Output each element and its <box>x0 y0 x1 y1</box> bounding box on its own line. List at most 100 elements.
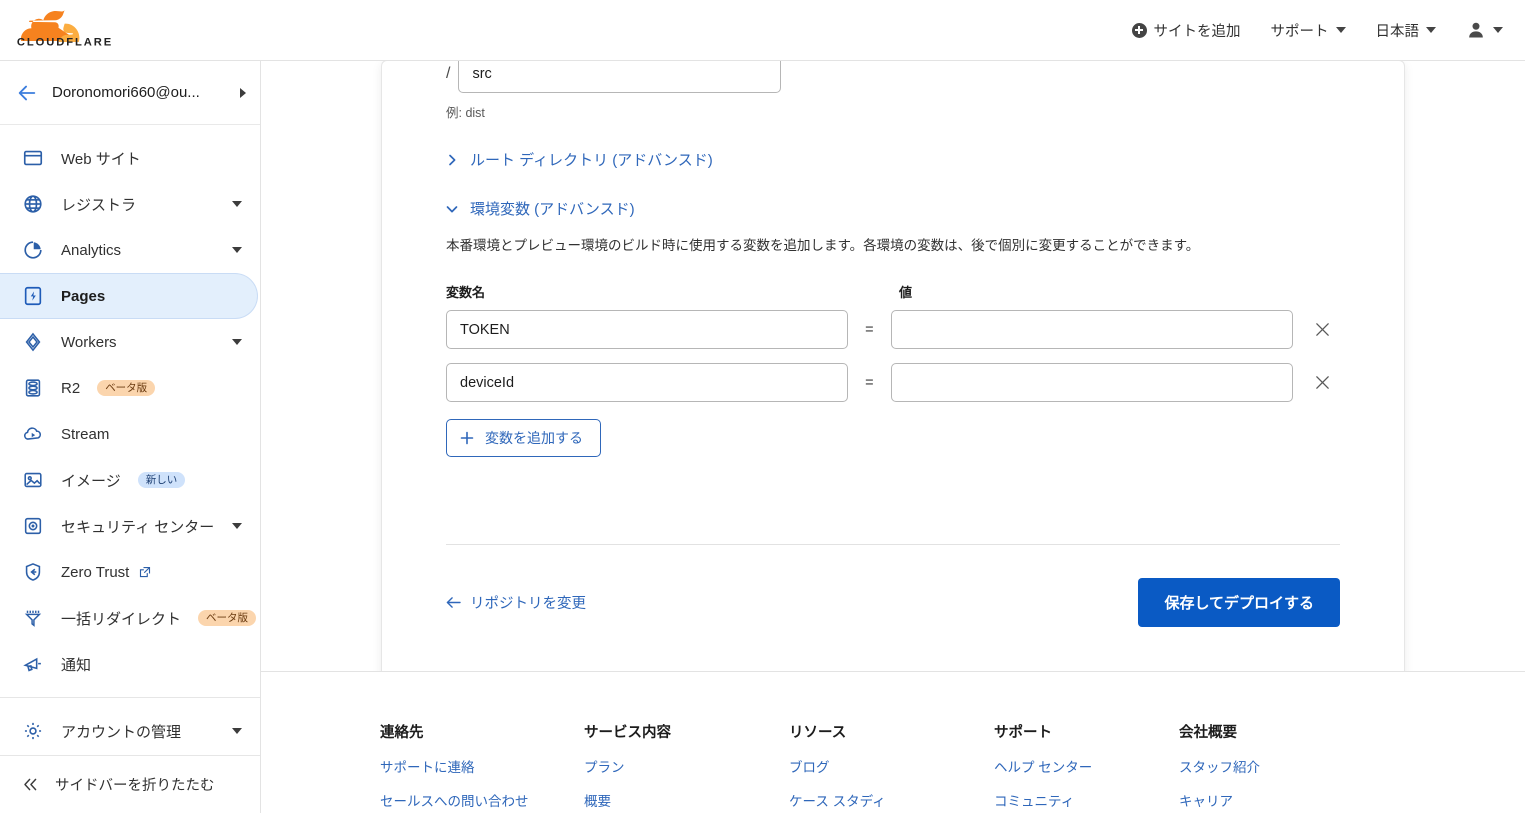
env-vars-disclosure[interactable]: 環境変数 (アドバンスド) <box>446 198 1340 219</box>
footer-column-company: 会社概要 スタッフ紹介 キャリア <box>1179 721 1383 813</box>
sidebar-item-stream[interactable]: Stream <box>0 411 258 457</box>
variable-value-input[interactable] <box>890 363 1293 403</box>
plus-icon <box>460 431 474 445</box>
footer-link[interactable]: ブログ <box>789 756 994 776</box>
sidebar-item-label: 通知 <box>61 656 92 674</box>
add-variable-button[interactable]: 変数を追加する <box>446 419 601 458</box>
build-output-directory-row: / <box>446 61 1340 93</box>
cloudflare-cloud-icon: CLOUDFLARE <box>17 10 113 49</box>
change-repository-link[interactable]: リポジトリを変更 <box>446 592 586 613</box>
collapse-sidebar-button[interactable]: サイドバーを折りたたむ <box>0 755 260 813</box>
footer-column-services: サービス内容 プラン 概要 <box>584 721 789 813</box>
account-selector[interactable]: Doronomori660@ou... <box>0 61 260 125</box>
sidebar-item-label: セキュリティ センター <box>61 518 215 536</box>
caret-right-icon <box>240 87 246 98</box>
env-var-row: = <box>446 310 1340 350</box>
chevron-down-icon <box>232 247 242 253</box>
sidebar-item-security-center[interactable]: セキュリティ センター <box>0 503 258 549</box>
save-and-deploy-button[interactable]: 保存してデプロイする <box>1138 578 1340 627</box>
add-site-button[interactable]: サイトを追加 <box>1131 20 1241 41</box>
build-output-hint: 例: dist <box>446 106 485 120</box>
svg-text:CLOUDFLARE: CLOUDFLARE <box>17 37 113 49</box>
plus-circle-icon <box>1131 22 1147 38</box>
card-divider <box>446 544 1340 545</box>
cloudflare-logo[interactable]: CLOUDFLARE <box>16 10 126 50</box>
sidebar-divider <box>0 697 260 698</box>
page-footer: 連絡先 サポートに連絡 セールスへの問い合わせ サービス内容 プラン 概要 リソ… <box>261 671 1525 813</box>
chevron-down-icon <box>1493 27 1503 33</box>
chevron-down-icon <box>232 339 242 345</box>
card-actions: リポジトリを変更 保存してデプロイする <box>446 578 1340 627</box>
footer-column-title: リソース <box>789 725 847 741</box>
arrow-left-icon <box>446 597 461 608</box>
top-header: CLOUDFLARE サイトを追加 サポート 日本語 <box>0 0 1525 61</box>
arrow-left-icon <box>18 85 36 100</box>
variable-name-input[interactable] <box>446 363 848 403</box>
sidebar-item-workers[interactable]: Workers <box>0 319 258 365</box>
sidebar-item-manage-account[interactable]: アカウントの管理 <box>0 708 258 754</box>
sidebar: Doronomori660@ou... Web サイト レジストラ Analyt… <box>0 61 261 813</box>
language-label: 日本語 <box>1375 23 1420 40</box>
env-vars-description: 本番環境とプレビュー環境のビルド時に使用する変数を追加します。各環境の変数は、後… <box>446 238 1200 253</box>
footer-link[interactable]: 概要 <box>584 790 789 810</box>
zero-trust-icon <box>25 563 41 581</box>
chevron-down-icon <box>232 201 242 207</box>
sidebar-item-websites[interactable]: Web サイト <box>0 135 258 181</box>
footer-link[interactable]: コミュニティ <box>994 790 1179 810</box>
deployment-settings-card: / 例: dist ルート ディレクトリ (アドバンスド) 環境変数 (アドバン… <box>381 61 1405 697</box>
sidebar-item-label: Zero Trust <box>61 563 130 581</box>
sidebar-item-images[interactable]: イメージ 新しい <box>0 457 258 503</box>
sidebar-item-label: R2 <box>61 379 81 397</box>
equals-sign: = <box>865 321 874 338</box>
footer-column-title: サービス内容 <box>584 725 671 741</box>
env-var-row: = <box>446 363 1340 403</box>
shield-scan-icon <box>24 517 42 535</box>
user-menu[interactable] <box>1466 20 1503 40</box>
sidebar-item-label: Analytics <box>61 241 122 259</box>
sidebar-item-label: Workers <box>61 333 117 351</box>
remove-variable-button[interactable] <box>1305 312 1340 348</box>
external-link-icon <box>140 566 151 578</box>
footer-link[interactable]: ケース スタディ <box>789 790 994 810</box>
remove-variable-button[interactable] <box>1305 365 1340 401</box>
database-icon <box>25 379 41 397</box>
sidebar-item-bulk-redirects[interactable]: 一括リダイレクト ベータ版 <box>0 595 258 641</box>
language-menu[interactable]: 日本語 <box>1375 20 1436 41</box>
sidebar-item-label: 一括リダイレクト <box>61 610 182 628</box>
footer-link[interactable]: プラン <box>584 756 789 776</box>
chevron-down-icon <box>232 523 242 529</box>
support-menu[interactable]: サポート <box>1271 20 1346 41</box>
sidebar-item-r2[interactable]: R2 ベータ版 <box>0 365 258 411</box>
pie-chart-icon <box>24 241 42 259</box>
sidebar-item-label: レジストラ <box>61 196 137 214</box>
footer-column-contact: 連絡先 サポートに連絡 セールスへの問い合わせ <box>380 721 584 813</box>
chevron-down-icon <box>1426 27 1436 33</box>
status-badge: ベータ版 <box>198 610 257 626</box>
sidebar-item-notifications[interactable]: 通知 <box>0 641 258 687</box>
change-repository-label: リポジトリを変更 <box>470 596 586 612</box>
equals-sign: = <box>865 374 874 391</box>
footer-link[interactable]: キャリア <box>1179 790 1383 810</box>
build-output-directory-input[interactable] <box>458 61 782 93</box>
variable-name-input[interactable] <box>446 310 848 350</box>
sidebar-item-label: イメージ <box>61 472 121 490</box>
footer-column-title: 会社概要 <box>1179 725 1237 741</box>
sidebar-item-pages[interactable]: Pages <box>0 273 258 319</box>
add-site-label: サイトを追加 <box>1153 23 1241 40</box>
variable-value-input[interactable] <box>890 310 1293 350</box>
path-slash-prefix: / <box>446 64 451 82</box>
root-directory-disclosure[interactable]: ルート ディレクトリ (アドバンスド) <box>446 149 1340 170</box>
support-label: サポート <box>1270 23 1329 40</box>
chevron-down-icon <box>446 205 458 212</box>
footer-link[interactable]: セールスへの問い合わせ <box>380 790 584 810</box>
close-x-icon <box>1316 376 1329 390</box>
redirect-icon <box>24 610 42 627</box>
footer-link[interactable]: スタッフ紹介 <box>1179 756 1383 776</box>
footer-link[interactable]: ヘルプ センター <box>994 756 1179 776</box>
sidebar-item-analytics[interactable]: Analytics <box>0 227 258 273</box>
chevron-down-icon <box>232 728 242 734</box>
sidebar-item-registrar[interactable]: レジストラ <box>0 181 258 227</box>
sidebar-item-zero-trust[interactable]: Zero Trust <box>0 549 258 595</box>
footer-link[interactable]: サポートに連絡 <box>380 756 584 776</box>
footer-column-support: サポート ヘルプ センター コミュニティ <box>994 721 1179 813</box>
